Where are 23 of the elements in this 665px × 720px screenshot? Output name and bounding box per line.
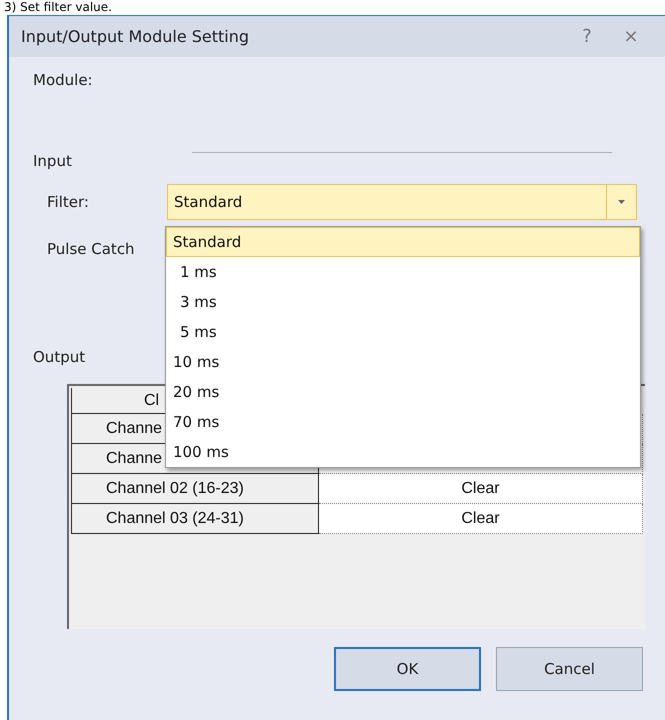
dropdown-option[interactable]: 1 ms	[166, 257, 640, 287]
filter-dropdown[interactable]: Standard	[167, 184, 637, 220]
cancel-button[interactable]: Cancel	[496, 647, 643, 691]
section-title: Input	[33, 152, 72, 170]
table-cell[interactable]: Clear	[319, 504, 643, 534]
dropdown-option[interactable]: 100 ms	[166, 437, 640, 467]
dropdown-option[interactable]: Standard	[166, 227, 640, 257]
dropdown-option[interactable]: 20 ms	[166, 377, 640, 407]
caption-text: 3) Set filter value.	[3, 0, 113, 15]
dropdown-option[interactable]: 3 ms	[166, 287, 640, 317]
caret-icon	[618, 200, 625, 204]
module-label: Module:	[33, 71, 94, 89]
pulse-catch-label: Pulse Catch	[47, 240, 136, 258]
row-header: Channel 02 (16-23)	[71, 474, 319, 504]
table-cell[interactable]: Clear	[319, 474, 643, 504]
dropdown-option[interactable]: 5 ms	[166, 317, 640, 347]
dropdown-option[interactable]: 70 ms	[166, 407, 640, 437]
filter-label: Filter:	[47, 193, 90, 211]
row-header: Channel 03 (24-31)	[71, 504, 319, 534]
section-title: Output	[33, 348, 86, 366]
dropdown-option[interactable]: 10 ms	[166, 347, 640, 377]
window-title: Input/Output Module Setting	[21, 27, 250, 46]
ok-button[interactable]: OK	[334, 647, 481, 691]
